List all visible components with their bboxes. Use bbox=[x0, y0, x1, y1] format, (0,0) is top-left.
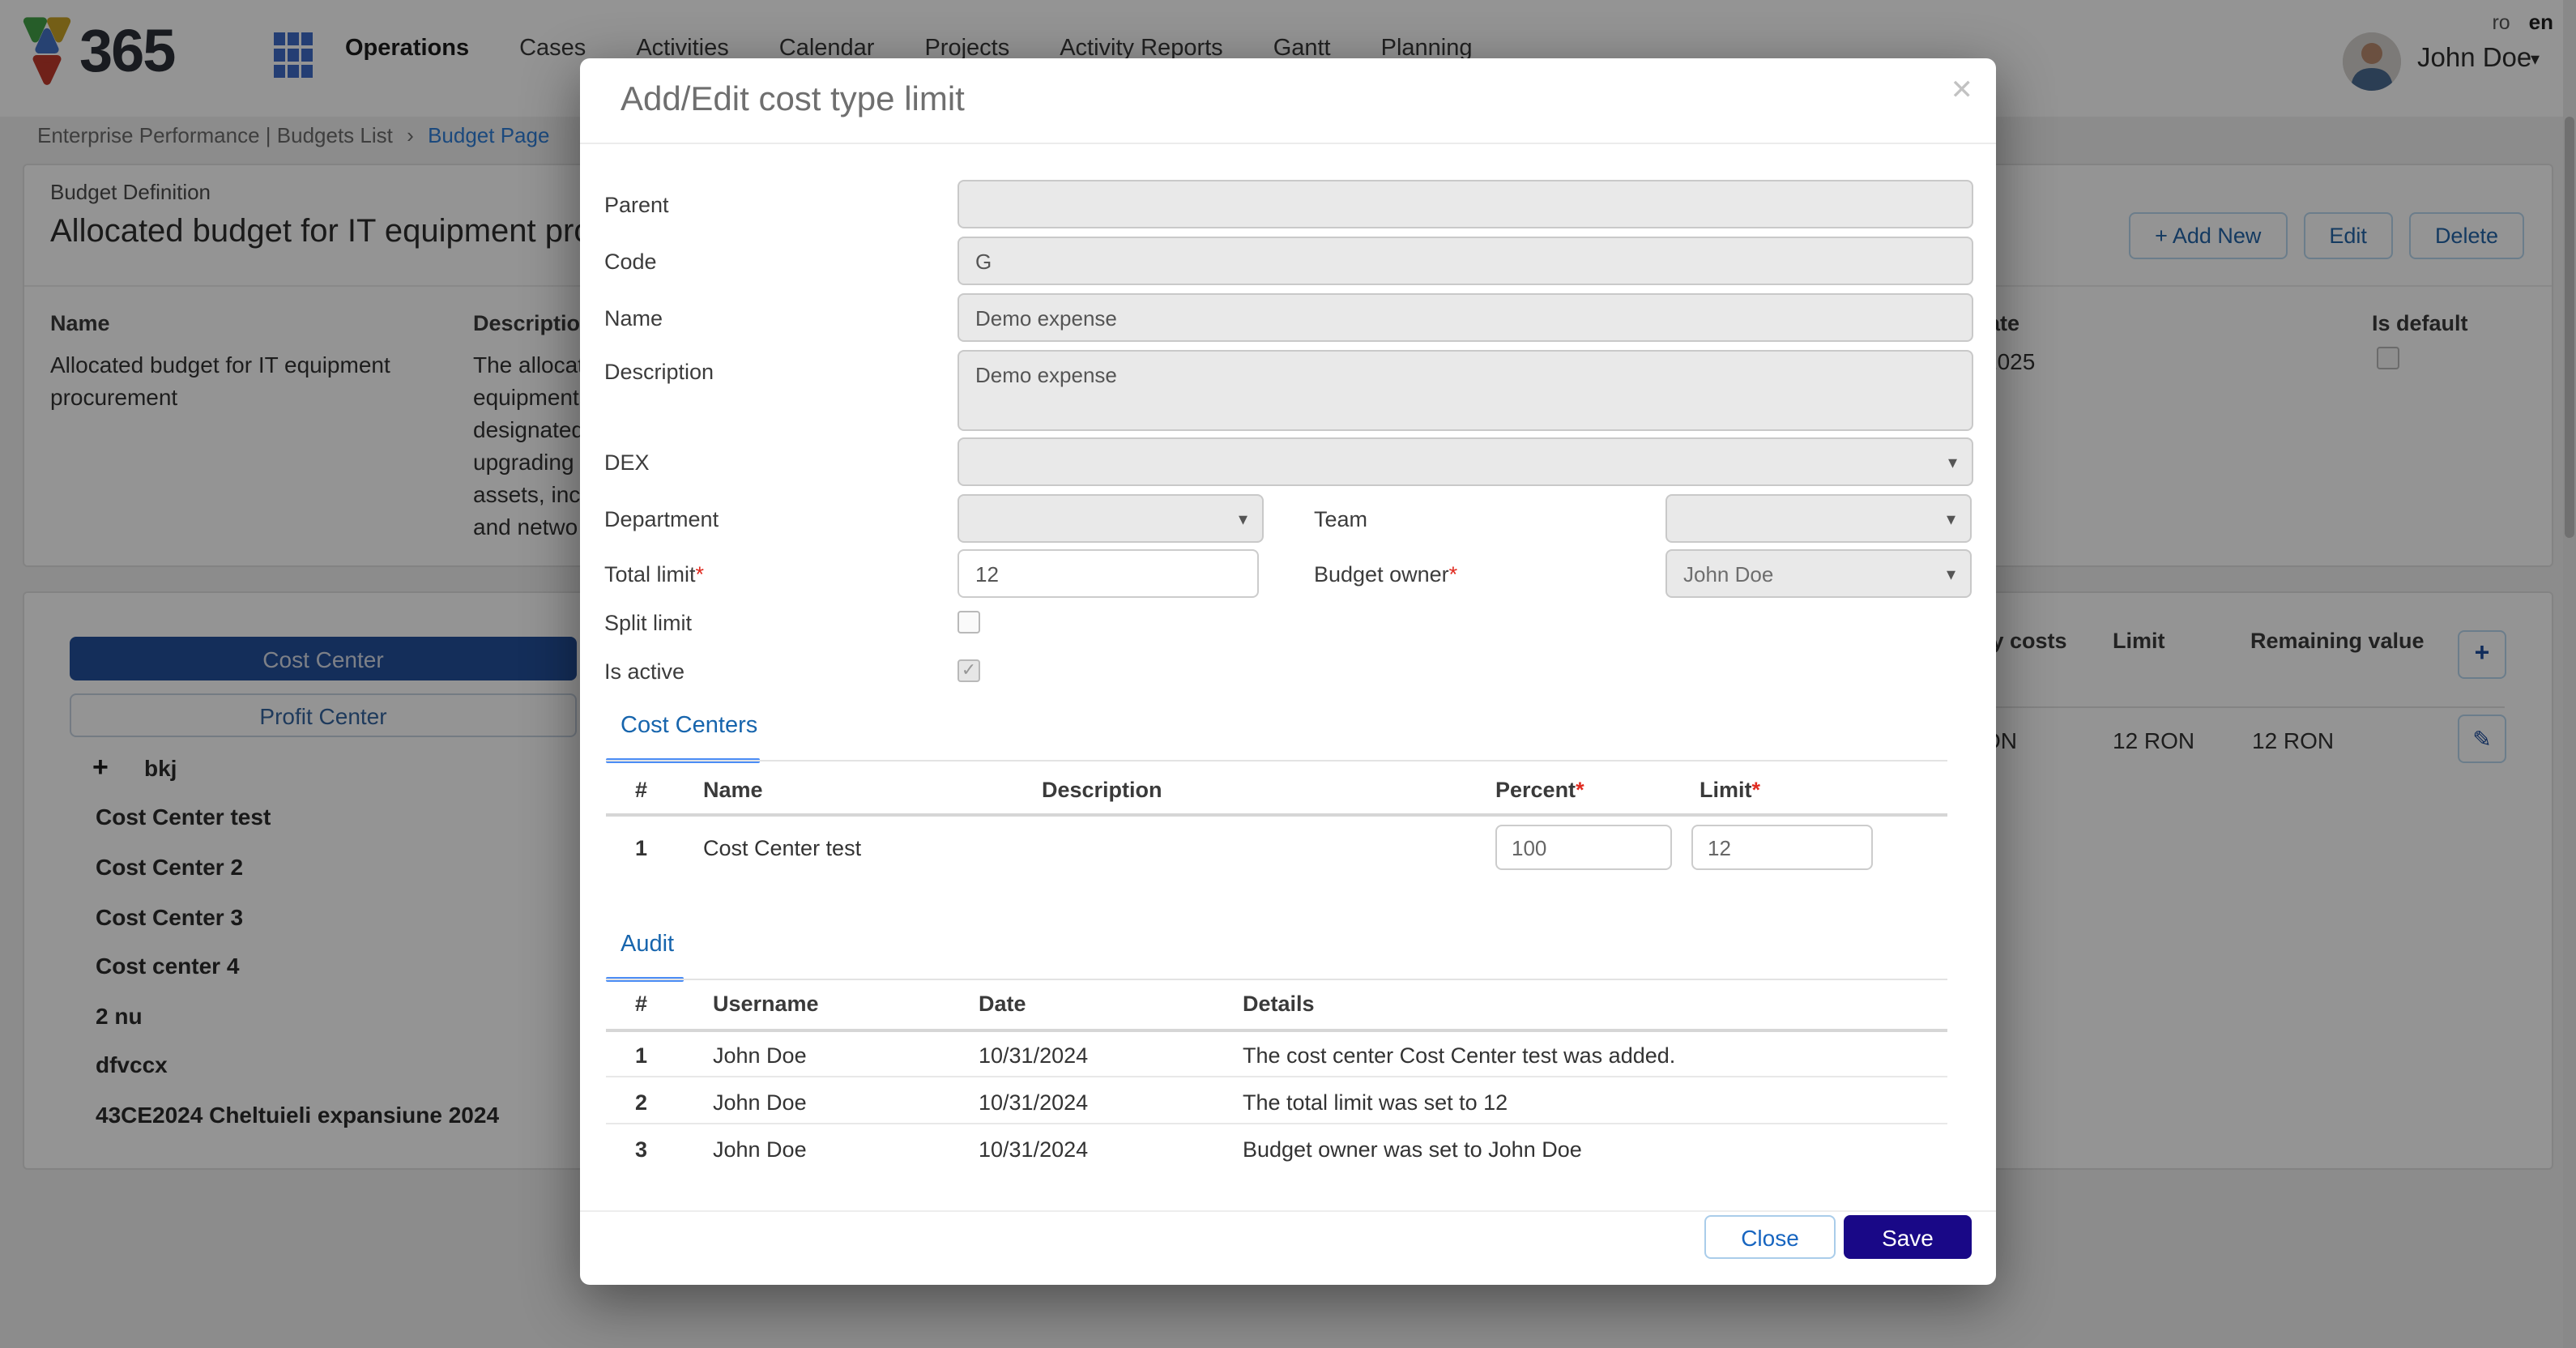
audit-row-details: The cost center Cost Center test was add… bbox=[1243, 1043, 1675, 1068]
budget-owner-value: John Doe bbox=[1683, 562, 1773, 587]
audit-row-username: John Doe bbox=[713, 1043, 807, 1068]
parent-label: Parent bbox=[604, 193, 945, 217]
audit-row-details: Budget owner was set to John Doe bbox=[1243, 1137, 1582, 1162]
required-asterisk: * bbox=[1576, 778, 1584, 802]
divider bbox=[606, 1076, 1947, 1077]
divider bbox=[606, 1123, 1947, 1124]
divider bbox=[606, 979, 1947, 980]
audit-row-num: 1 bbox=[635, 1043, 647, 1068]
divider bbox=[606, 813, 1947, 817]
audit-row-date: 10/31/2024 bbox=[979, 1090, 1088, 1115]
divider bbox=[580, 143, 1996, 144]
audit-row-username: John Doe bbox=[713, 1090, 807, 1115]
chevron-down-icon: ▾ bbox=[1948, 452, 1957, 473]
code-input[interactable] bbox=[957, 237, 1973, 285]
total-limit-input[interactable] bbox=[957, 549, 1259, 598]
add-edit-cost-type-limit-dialog: Add/Edit cost type limit ✕ Parent Code N… bbox=[580, 58, 1996, 1285]
save-button[interactable]: Save bbox=[1844, 1215, 1972, 1259]
audit-col-num: # bbox=[635, 992, 647, 1016]
budget-owner-label: Budget owner* bbox=[1314, 562, 1654, 587]
required-asterisk: * bbox=[1752, 778, 1761, 802]
is-active-label: Is active bbox=[604, 659, 945, 684]
page: 365 Operations Cases Activities Calendar… bbox=[0, 0, 2576, 1348]
audit-col-details: Details bbox=[1243, 992, 1315, 1016]
divider bbox=[580, 1210, 1996, 1212]
audit-row-num: 2 bbox=[635, 1090, 647, 1115]
audit-row-username: John Doe bbox=[713, 1137, 807, 1162]
parent-input[interactable] bbox=[957, 180, 1973, 228]
audit-row-date: 10/31/2024 bbox=[979, 1043, 1088, 1068]
name-input[interactable] bbox=[957, 293, 1973, 342]
tab-cost-centers[interactable]: Cost Centers bbox=[621, 713, 757, 739]
cc-col-description: Description bbox=[1042, 778, 1162, 802]
total-limit-label: Total limit* bbox=[604, 562, 945, 587]
name-label: Name bbox=[604, 306, 945, 331]
close-icon[interactable]: ✕ bbox=[1951, 75, 1974, 107]
required-asterisk: * bbox=[1449, 562, 1458, 587]
cc-col-limit: Limit* bbox=[1700, 778, 1760, 802]
audit-row-num: 3 bbox=[635, 1137, 647, 1162]
dex-label: DEX bbox=[604, 450, 945, 475]
budget-owner-select[interactable]: John Doe ▾ bbox=[1665, 549, 1972, 598]
cc-col-num: # bbox=[635, 778, 647, 802]
chevron-down-icon: ▾ bbox=[1947, 509, 1955, 530]
dialog-title: Add/Edit cost type limit bbox=[621, 81, 965, 120]
department-label: Department bbox=[604, 507, 945, 531]
required-asterisk: * bbox=[696, 562, 705, 587]
audit-col-date: Date bbox=[979, 992, 1026, 1016]
description-textarea[interactable]: Demo expense bbox=[957, 350, 1973, 431]
team-select[interactable]: ▾ bbox=[1665, 494, 1972, 543]
team-label: Team bbox=[1314, 507, 1654, 531]
dex-select[interactable]: ▾ bbox=[957, 437, 1973, 486]
description-label: Description bbox=[604, 360, 945, 384]
divider bbox=[606, 1029, 1947, 1032]
cc-row-num: 1 bbox=[635, 836, 647, 860]
audit-row-details: The total limit was set to 12 bbox=[1243, 1090, 1508, 1115]
is-active-checkbox[interactable]: ✓ bbox=[957, 659, 980, 682]
tab-audit[interactable]: Audit bbox=[621, 932, 674, 958]
close-button[interactable]: Close bbox=[1704, 1215, 1836, 1259]
code-label: Code bbox=[604, 250, 945, 274]
split-limit-label: Split limit bbox=[604, 611, 945, 635]
audit-row-date: 10/31/2024 bbox=[979, 1137, 1088, 1162]
cc-row-percent-input[interactable] bbox=[1495, 825, 1672, 870]
cc-row-limit-input[interactable] bbox=[1691, 825, 1873, 870]
chevron-down-icon: ▾ bbox=[1947, 564, 1955, 585]
divider bbox=[606, 760, 1947, 761]
audit-col-username: Username bbox=[713, 992, 819, 1016]
cc-col-name: Name bbox=[703, 778, 763, 802]
cc-col-percent: Percent* bbox=[1495, 778, 1584, 802]
check-icon: ✓ bbox=[962, 661, 976, 680]
chevron-down-icon: ▾ bbox=[1239, 509, 1247, 530]
split-limit-checkbox[interactable] bbox=[957, 611, 980, 633]
department-select[interactable]: ▾ bbox=[957, 494, 1264, 543]
cc-row-name: Cost Center test bbox=[703, 836, 861, 860]
